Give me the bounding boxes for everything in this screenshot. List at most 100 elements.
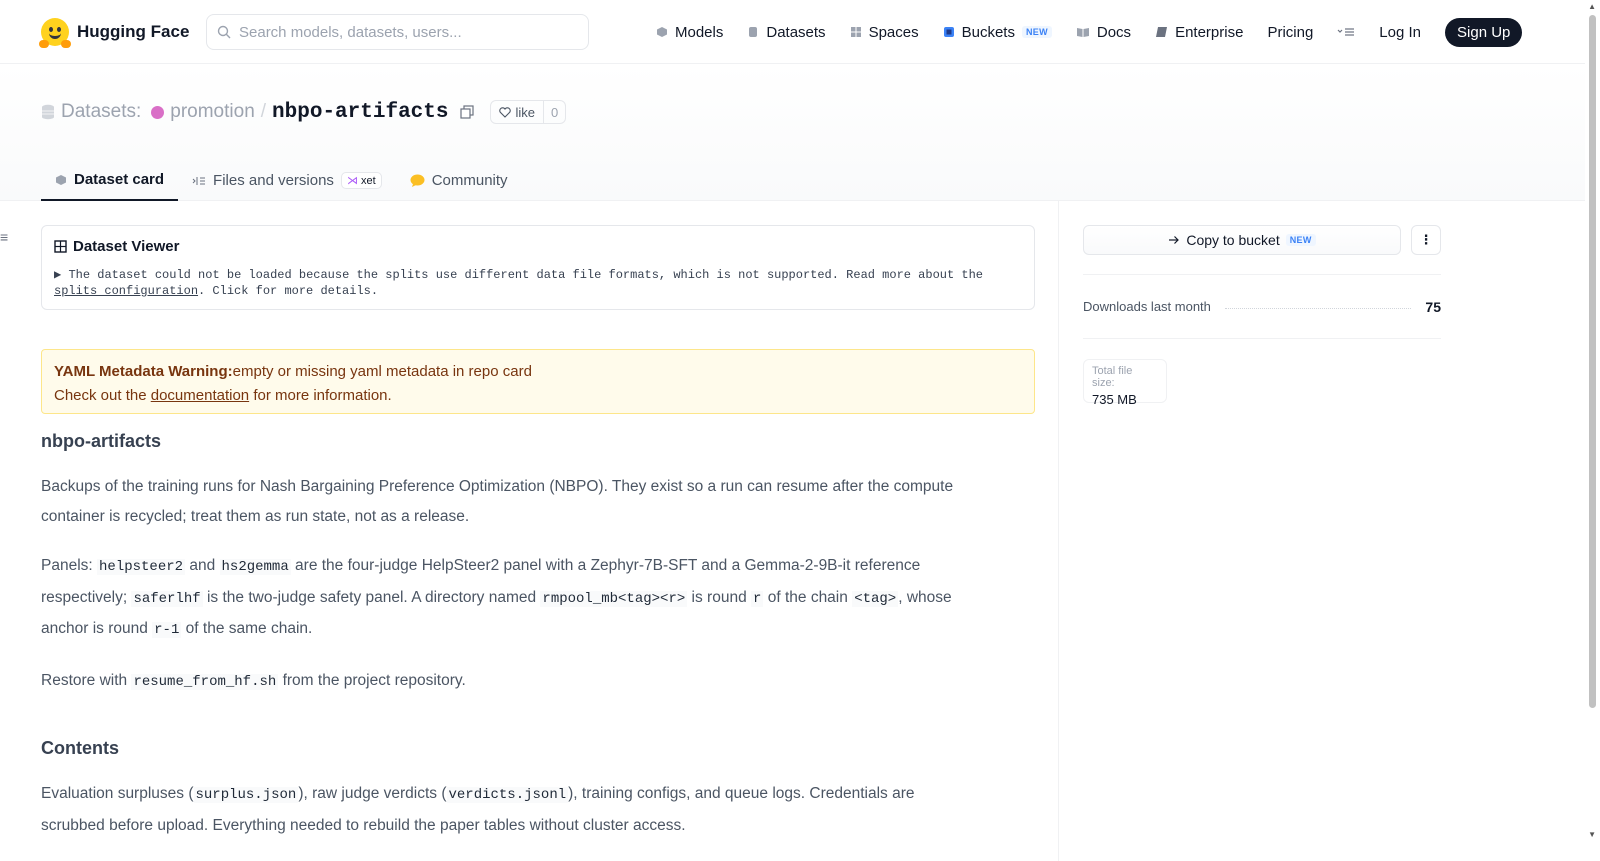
vertical-dots-icon: ⋮ (1419, 232, 1433, 247)
code-saferlhf: saferlhf (131, 590, 203, 607)
code-rmpool: rmpool_mb<tag><r> (540, 590, 688, 607)
repo-name[interactable]: nbpo-artifacts (272, 101, 448, 124)
nav-spaces-label: Spaces (868, 23, 919, 41)
code-helpsteer2: helpsteer2 (97, 559, 186, 575)
signup-button[interactable]: Sign Up (1445, 17, 1523, 47)
yaml-warning: YAML Metadata Warning:empty or missing y… (41, 349, 1035, 414)
xet-badge: ⋊ xet (340, 172, 382, 189)
brand-name: Hugging Face (77, 22, 190, 41)
search-input[interactable] (239, 23, 569, 41)
repo-type-label[interactable]: Datasets: (61, 101, 141, 123)
code-hs2gemma: hs2gemma (219, 559, 291, 575)
dataset-viewer-title-text: Dataset Viewer (73, 238, 180, 255)
tab-dataset-card-label: Dataset card (74, 171, 165, 188)
splits-configuration-link[interactable]: splits configuration (54, 284, 198, 298)
models-icon (657, 27, 667, 37)
datasets-icon (749, 27, 758, 37)
code-resume-script: resume_from_hf.sh (131, 673, 279, 690)
search-icon (217, 25, 231, 39)
card-paragraph-restore: Restore with resume_from_hf.sh from the … (41, 671, 466, 690)
code-tag: <tag> (852, 590, 899, 607)
community-icon (410, 174, 425, 187)
hugging-face-logo-icon (39, 18, 71, 48)
file-size-value: 735 MB (1092, 392, 1137, 407)
page-scrollbar[interactable]: ▲ ▼ (1585, 0, 1600, 861)
card-paragraph-intro: Backups of the training runs for Nash Ba… (41, 478, 954, 525)
nav-enterprise[interactable]: Enterprise (1155, 24, 1243, 41)
owner-avatar (151, 105, 165, 119)
top-navbar: Hugging Face Models Datasets Spaces Buck… (0, 0, 1585, 64)
xet-icon: ⋊ (346, 175, 358, 187)
warning-line2-pre: Check out the (54, 387, 147, 404)
scroll-down-icon[interactable]: ▼ (1588, 830, 1596, 839)
card-paragraph-panels: Panels: helpsteer2 and hs2gemma are the … (41, 557, 952, 638)
viewer-error-text: The dataset could not be loaded because … (68, 268, 983, 282)
scroll-up-icon[interactable]: ▲ (1588, 2, 1596, 11)
tab-community-label: Community (431, 172, 508, 189)
nav-datasets[interactable]: Datasets (747, 23, 826, 41)
nav-models[interactable]: Models (656, 24, 723, 41)
repo-tabs: Dataset card Files and versions ⋊ xet Co… (41, 160, 522, 201)
repo-owner[interactable]: promotion (170, 101, 255, 123)
copy-row: Copy to bucket NEW ⋮ (1083, 225, 1441, 255)
table-icon (54, 240, 67, 253)
nav-enterprise-label: Enterprise (1175, 23, 1244, 41)
nav-pricing-label: Pricing (1267, 23, 1314, 41)
warning-line2-post: for more information. (253, 387, 392, 404)
yaml-warning-title: YAML Metadata Warning: (54, 363, 233, 380)
xet-badge-label: xet (361, 175, 376, 187)
card-paragraph-contents: Evaluation surpluses (surplus.json), raw… (41, 785, 915, 834)
files-icon (192, 176, 206, 185)
buckets-new-badge: NEW (1021, 26, 1052, 38)
tab-files[interactable]: Files and versions ⋊ xet (178, 160, 396, 201)
tab-files-label: Files and versions (213, 172, 334, 189)
arrow-right-icon (1169, 236, 1180, 244)
nav-buckets-label: Buckets (961, 23, 1015, 41)
more-menu-icon (1337, 28, 1355, 36)
copy-to-bucket-label: Copy to bucket (1186, 232, 1280, 248)
search-box[interactable] (206, 14, 589, 50)
login-link[interactable]: Log In (1379, 24, 1421, 41)
downloads-stat: Downloads last month 75 (1083, 274, 1441, 339)
nav-docs[interactable]: Docs (1076, 24, 1131, 41)
enterprise-icon (1156, 27, 1168, 37)
brand-logo[interactable]: Hugging Face (39, 18, 190, 48)
yaml-warning-text: empty or missing yaml metadata in repo c… (232, 363, 532, 380)
more-menu-button[interactable] (1337, 26, 1355, 38)
heart-icon (499, 106, 512, 118)
scrollbar-thumb[interactable] (1589, 15, 1596, 708)
copy-icon[interactable] (460, 105, 475, 119)
login-label: Log In (1379, 23, 1422, 41)
dataset-card-content: Dataset Viewer ▶ The dataset could not b… (41, 225, 1035, 840)
code-verdicts: verdicts.jsonl (446, 787, 569, 803)
code-r: r (751, 590, 764, 607)
tab-dataset-card[interactable]: Dataset card (41, 160, 179, 201)
nav-pricing[interactable]: Pricing (1267, 24, 1313, 41)
repo-title: Datasets: promotion / nbpo-artifacts lik… (41, 100, 567, 124)
nav-datasets-label: Datasets (766, 23, 826, 41)
like-count: 0 (551, 104, 559, 120)
downloads-value: 75 (1425, 298, 1441, 315)
tab-community[interactable]: Community (396, 160, 522, 201)
file-size-label: Total file size: (1092, 365, 1133, 389)
spaces-icon (850, 27, 861, 37)
dataset-icon (42, 104, 54, 120)
copy-to-bucket-button[interactable]: Copy to bucket NEW (1083, 225, 1401, 255)
nav-models-label: Models (675, 23, 724, 41)
documentation-link[interactable]: documentation (151, 387, 249, 404)
viewer-error-text-end: . Click for more details. (198, 284, 379, 298)
repo-header: Datasets: promotion / nbpo-artifacts lik… (0, 64, 1585, 201)
dataset-viewer-title: Dataset Viewer (54, 238, 1022, 255)
viewer-error-details[interactable]: ▶ The dataset could not be loaded becaus… (54, 267, 1022, 299)
toc-toggle-icon[interactable]: ≡ (0, 229, 8, 245)
dataset-viewer: Dataset Viewer ▶ The dataset could not b… (41, 225, 1035, 310)
more-options-button[interactable]: ⋮ (1411, 225, 1441, 255)
nav-spaces[interactable]: Spaces (850, 24, 919, 41)
nav-buckets[interactable]: Buckets NEW (943, 24, 1052, 41)
card-heading: nbpo-artifacts (41, 431, 162, 451)
copy-new-badge: NEW (1285, 234, 1316, 246)
buckets-icon (943, 27, 954, 37)
expand-triangle-icon[interactable]: ▶ (54, 268, 61, 282)
file-size-box: Total file size: 735 MB (1083, 359, 1167, 407)
like-button[interactable]: like 0 (490, 100, 567, 124)
